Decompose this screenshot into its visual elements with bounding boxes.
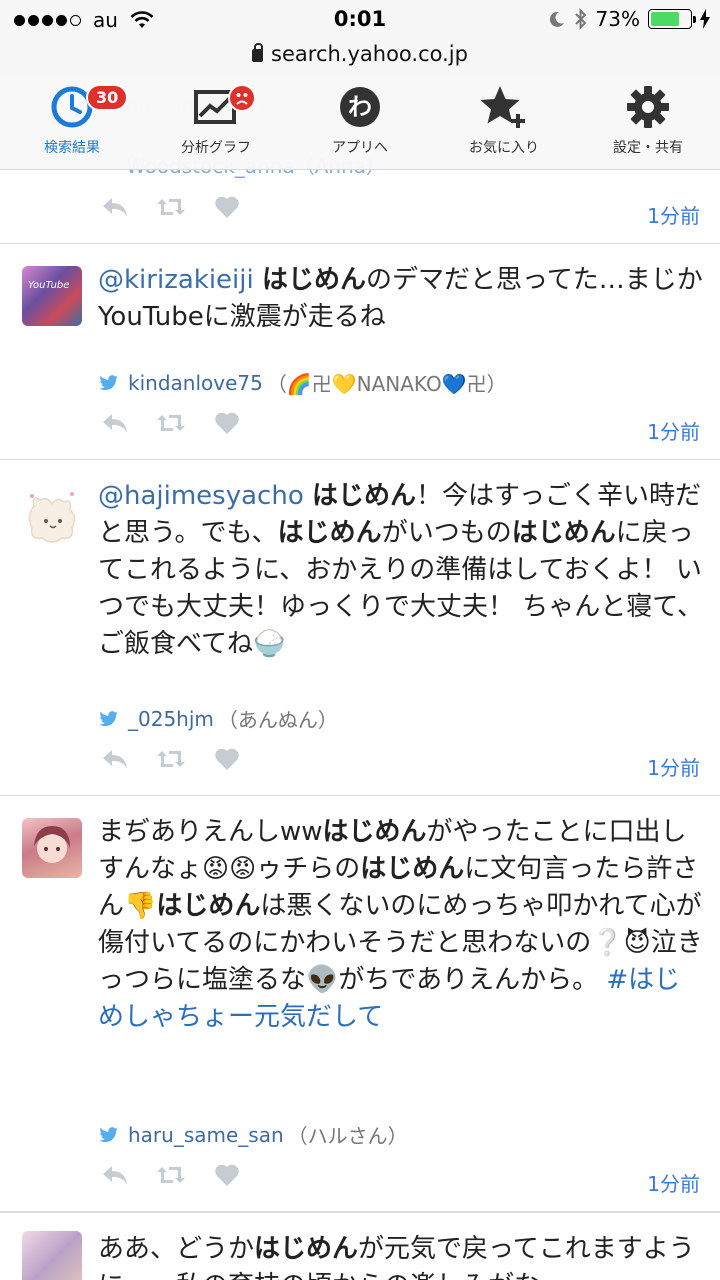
reply-icon[interactable] (100, 1162, 130, 1188)
highlight-keyword: はじめん (277, 518, 382, 548)
like-icon[interactable] (212, 410, 242, 436)
tweet-time[interactable]: 1分前 (647, 1168, 700, 1197)
like-icon[interactable] (212, 194, 242, 220)
retweet-icon[interactable] (156, 194, 186, 220)
display-name: （あんぬん） (217, 708, 338, 732)
tab-label: 設定・共有 (613, 140, 683, 156)
tweet-text: まぢありえんしwwはじめんがやったことに口出しすんなょ😡😡ゥチらのはじめんに文句… (98, 814, 703, 1036)
avatar[interactable]: YouTube (22, 266, 82, 326)
svg-text:わ: わ (348, 93, 372, 121)
wa-app-icon: わ (340, 87, 380, 127)
tab-open-app[interactable]: わ アプリへ (288, 76, 432, 169)
tweet-item: 1分前 (0, 170, 720, 244)
like-icon[interactable] (212, 1162, 242, 1188)
sad-face-icon (228, 84, 256, 112)
tweet-text: @kirizakieiji はじめんのデマだと思ってた…まじか YouTubeに… (98, 262, 703, 336)
tweet-item: ああ、どうかはじめんが元気で戻ってこれますように。。。私の育枝の頃からの楽しみが… (0, 1212, 720, 1280)
reply-icon[interactable] (100, 194, 130, 220)
tweet-actions (100, 410, 242, 436)
text-part: がいつもの (381, 518, 512, 548)
highlight-keyword: はじめん (156, 891, 261, 921)
retweet-icon[interactable] (156, 410, 186, 436)
username: haru_same_san (128, 1122, 284, 1147)
tweet-actions (100, 194, 242, 220)
url-bar[interactable]: search.yahoo.co.jp (0, 40, 720, 76)
tab-search-results[interactable]: 30 検索結果 (0, 76, 144, 169)
avatar[interactable] (22, 1231, 82, 1280)
moon-icon (549, 11, 564, 27)
tab-label: 検索結果 (44, 140, 100, 156)
tweet-item: YouTube @kirizakieiji はじめんのデマだと思ってた…まじか … (0, 244, 720, 460)
tweet-time[interactable]: 1分前 (647, 752, 700, 781)
highlight-keyword: はじめん (322, 817, 427, 847)
text-part: まぢありえんしww (98, 817, 323, 847)
twitter-bird-icon (99, 710, 118, 726)
highlight-keyword: はじめん (312, 481, 417, 511)
tab-label: 分析グラフ (181, 140, 251, 156)
tweet-user[interactable]: haru_same_san （ハルさん） (98, 1120, 408, 1149)
tweet-item: @hajimesyacho はじめん！今はすっごく辛い時だと思う。でも、はじめん… (0, 460, 720, 796)
gear-icon (627, 86, 669, 128)
tab-settings-share[interactable]: 設定・共有 (576, 76, 720, 169)
url-text: search.yahoo.co.jp (271, 42, 468, 66)
status-bar: au 0:01 73% (0, 0, 720, 40)
username: _025hjm (128, 706, 214, 731)
tweet-user[interactable]: kindanlove75 （🌈卍💛NANAKO💙卍） (98, 368, 507, 397)
text-part (254, 265, 262, 295)
reply-icon[interactable] (100, 746, 130, 772)
charging-icon (700, 9, 710, 29)
display-name: （🌈卍💛NANAKO💙卍） (266, 372, 507, 396)
twitter-bird-icon (99, 374, 118, 390)
text-part: ああ、どうか (98, 1234, 255, 1264)
battery-level (651, 12, 679, 26)
notification-badge: 30 (86, 84, 129, 111)
tweet-mention[interactable]: @hajimesyacho (98, 481, 304, 511)
toolbar: 30 検索結果 分析グラフ わ アプリへ お気に入り 設定・共有 (0, 76, 720, 170)
highlight-keyword: はじめん (360, 854, 465, 884)
username: kindanlove75 (128, 370, 263, 395)
lock-icon (252, 43, 264, 62)
highlight-keyword: はじめん (254, 1234, 359, 1264)
tweet-time[interactable]: 1分前 (647, 416, 700, 445)
avatar[interactable] (22, 818, 82, 878)
avatar[interactable] (22, 488, 82, 548)
tweet-text: ああ、どうかはじめんが元気で戻ってこれますように。。。私の育枝の頃からの楽しみが… (98, 1231, 703, 1280)
battery-percent: 73% (595, 7, 640, 31)
retweet-icon[interactable] (156, 1162, 186, 1188)
highlight-keyword: はじめん (262, 265, 367, 295)
tab-label: アプリへ (332, 140, 388, 156)
tweet-actions (100, 1162, 242, 1188)
highlight-keyword: はじめん (511, 518, 616, 548)
like-icon[interactable] (212, 746, 242, 772)
text-part (304, 481, 312, 511)
battery-icon (648, 9, 696, 29)
text-part: が元気で戻ってこれます (358, 1234, 643, 1264)
star-plus-icon (480, 86, 525, 128)
tweet-mention[interactable]: @kirizakieiji (98, 265, 254, 295)
tweet-time[interactable]: 1分前 (647, 200, 700, 229)
tweet-item: まぢありえんしwwはじめんがやったことに口出しすんなょ😡😡ゥチらのはじめんに文句… (0, 796, 720, 1212)
tab-favorites[interactable]: お気に入り (432, 76, 576, 169)
tab-analysis-graph[interactable]: 分析グラフ (144, 76, 288, 169)
reply-icon[interactable] (100, 410, 130, 436)
retweet-icon[interactable] (156, 746, 186, 772)
tab-label: お気に入り (469, 140, 539, 156)
tweet-actions (100, 746, 242, 772)
display-name: （ハルさん） (287, 1124, 408, 1148)
tweet-text: @hajimesyacho はじめん！今はすっごく辛い時だと思う。でも、はじめん… (98, 478, 703, 663)
bluetooth-icon (574, 8, 586, 30)
twitter-bird-icon (99, 1126, 118, 1142)
tweet-user[interactable]: _025hjm （あんぬん） (98, 704, 338, 733)
